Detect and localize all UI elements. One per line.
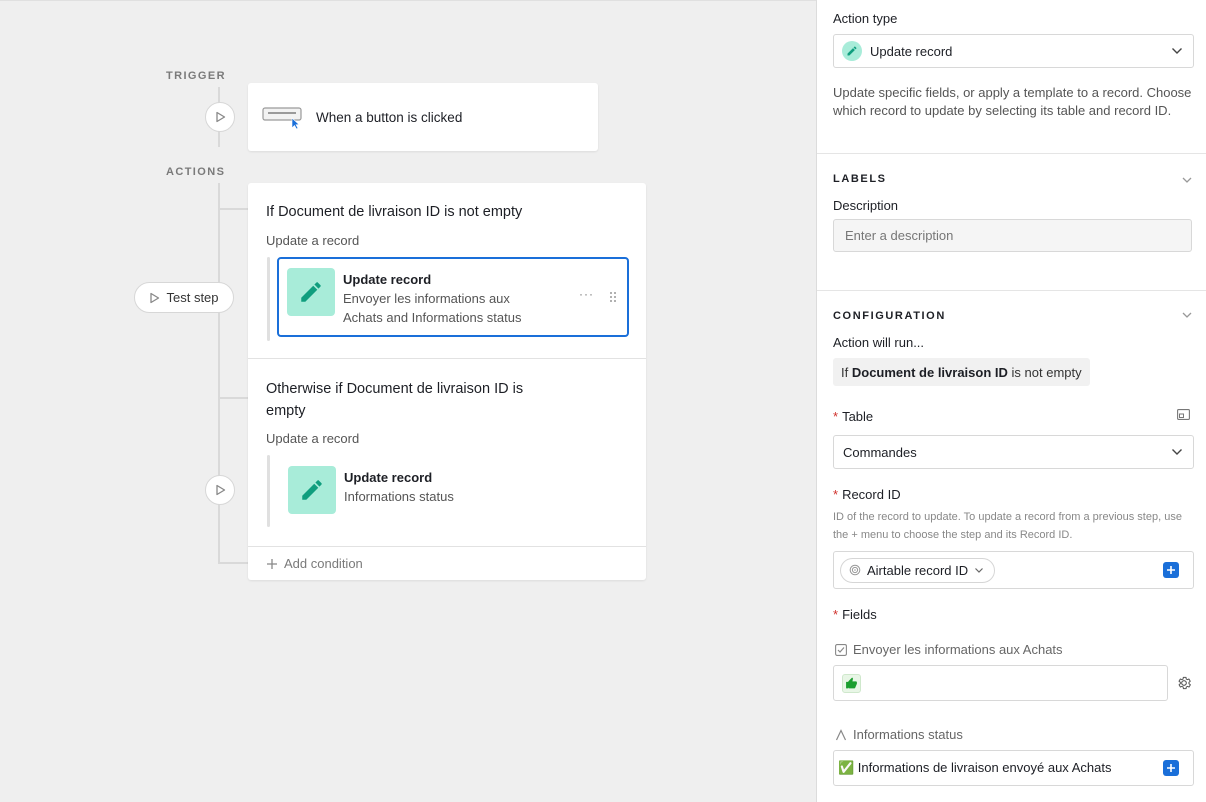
branch2-step[interactable]: Update record Informations status: [288, 466, 544, 514]
test-step-button[interactable]: Test step: [134, 282, 234, 313]
actions-connector: [218, 183, 220, 564]
branch2-title[interactable]: Otherwise if Document de livraison ID is…: [266, 378, 556, 422]
gear-icon[interactable]: [1176, 675, 1192, 691]
branch1-connector: [218, 208, 248, 210]
branch1-title[interactable]: If Document de livraison ID is not empty: [266, 201, 566, 223]
chevron-down-icon[interactable]: [1180, 173, 1194, 187]
test-step-label: Test step: [166, 290, 219, 305]
action-type-description: Update specific fields, or apply a templ…: [833, 85, 1192, 118]
condition-suffix: is not empty: [1011, 364, 1082, 380]
configuration-heading: CONFIGURATION: [833, 310, 946, 322]
required-marker: *: [833, 487, 839, 502]
trigger-section-label: TRIGGER: [166, 70, 226, 82]
branch2-connector: [218, 397, 248, 399]
insert-token-button[interactable]: [1163, 562, 1179, 578]
plus-icon: [1167, 566, 1175, 574]
actions-card: If Document de livraison ID is not empty…: [248, 183, 646, 580]
required-marker: *: [833, 607, 839, 622]
branch1-step-selected[interactable]: Update record Envoyer les informations a…: [277, 257, 629, 337]
field1-name: Envoyer les informations aux Achats: [853, 642, 1063, 657]
field2-name: Informations status: [853, 727, 963, 742]
add-condition-label: Add condition: [284, 556, 363, 571]
record-id-label: * Record ID: [833, 487, 901, 502]
record-id-token[interactable]: Airtable record ID: [840, 557, 996, 583]
record-id-input[interactable]: Airtable record ID: [833, 551, 1194, 589]
record-id-token-label: Airtable record ID: [867, 562, 969, 578]
condition-field: Document de livraison ID: [851, 364, 1008, 380]
plus-icon: [1167, 764, 1175, 772]
record-id-help: ID of the record to update. To update a …: [833, 511, 1182, 541]
automation-canvas: TRIGGER ACTIONS When a button is clicked…: [0, 0, 816, 802]
table-value: Commandes: [843, 444, 917, 460]
field1-label: Envoyer les informations aux Achats: [835, 642, 1063, 657]
branch1-step-bar: [267, 257, 270, 341]
expand-icon[interactable]: [1177, 409, 1190, 420]
more-options-button[interactable]: ···: [579, 287, 594, 301]
play-icon: [215, 484, 225, 496]
branch1-step-desc: Envoyer les informations aux Achats and …: [343, 291, 522, 325]
action-type-section: Action type Update record Update specifi…: [817, 0, 1206, 154]
add-condition-divider: [248, 546, 646, 547]
button-click-icon: [262, 107, 302, 130]
branch2-step-title: Update record: [344, 470, 433, 485]
pencil-icon: [288, 466, 336, 514]
condition-chip: If Document de livraison ID is not empty: [833, 358, 1090, 386]
branch1-subtitle: Update a record: [266, 233, 360, 248]
add-condition-connector: [218, 562, 248, 564]
table-select[interactable]: Commandes: [833, 435, 1194, 469]
condition-prefix: If: [841, 364, 849, 380]
table-label: * Table: [833, 409, 873, 424]
field2-label: Informations status: [835, 727, 963, 742]
chevron-down-icon[interactable]: [1180, 308, 1194, 322]
thumbs-up-icon: [842, 673, 861, 693]
drag-handle-icon[interactable]: [609, 291, 617, 303]
config-panel: Action type Update record Update specifi…: [816, 0, 1206, 802]
run-branch2-button[interactable]: [205, 475, 235, 505]
action-type-select[interactable]: Update record: [833, 34, 1194, 68]
add-condition-button[interactable]: Add condition: [266, 556, 363, 571]
description-label: Description: [833, 198, 899, 213]
labels-section: LABELS Description Enter a description: [817, 154, 1206, 291]
fields-label: * Fields: [833, 607, 877, 622]
play-icon: [215, 111, 225, 123]
action-will-run-label: Action will run...: [833, 335, 925, 350]
insert-token-button[interactable]: [1163, 760, 1179, 776]
text-field-icon: [835, 728, 847, 740]
pencil-icon: [842, 41, 862, 61]
branch2-step-bar: [267, 455, 270, 527]
action-type-value: Update record: [870, 43, 953, 59]
fields-label-text: Fields: [842, 607, 877, 622]
action-type-label: Action type: [833, 11, 898, 26]
branch2-subtitle: Update a record: [266, 431, 360, 446]
chevron-down-icon: [1172, 48, 1182, 54]
description-input[interactable]: Enter a description: [833, 219, 1192, 252]
plus-icon: [267, 558, 277, 569]
required-marker: *: [833, 409, 839, 424]
labels-heading: LABELS: [833, 173, 887, 185]
actions-section-label: ACTIONS: [166, 166, 226, 178]
pencil-icon: [287, 268, 335, 316]
trigger-title: When a button is clicked: [316, 109, 463, 125]
field1-input[interactable]: [833, 665, 1168, 701]
branch1-step-title: Update record: [343, 272, 432, 287]
field2-value: ✅ Informations de livraison envoyé aux A…: [838, 760, 1112, 775]
checkbox-icon: [835, 643, 847, 656]
trigger-card[interactable]: When a button is clicked: [248, 83, 598, 151]
field2-input[interactable]: ✅ Informations de livraison envoyé aux A…: [833, 750, 1194, 786]
fingerprint-icon: [849, 564, 861, 576]
chevron-down-icon: [1172, 449, 1182, 455]
branch-divider: [248, 358, 646, 359]
table-label-text: Table: [842, 409, 874, 424]
chevron-down-icon: [975, 567, 984, 573]
branch2-step-desc: Informations status: [344, 489, 454, 504]
run-trigger-button[interactable]: [205, 102, 235, 132]
play-icon: [150, 292, 160, 303]
record-id-label-text: Record ID: [842, 487, 901, 502]
